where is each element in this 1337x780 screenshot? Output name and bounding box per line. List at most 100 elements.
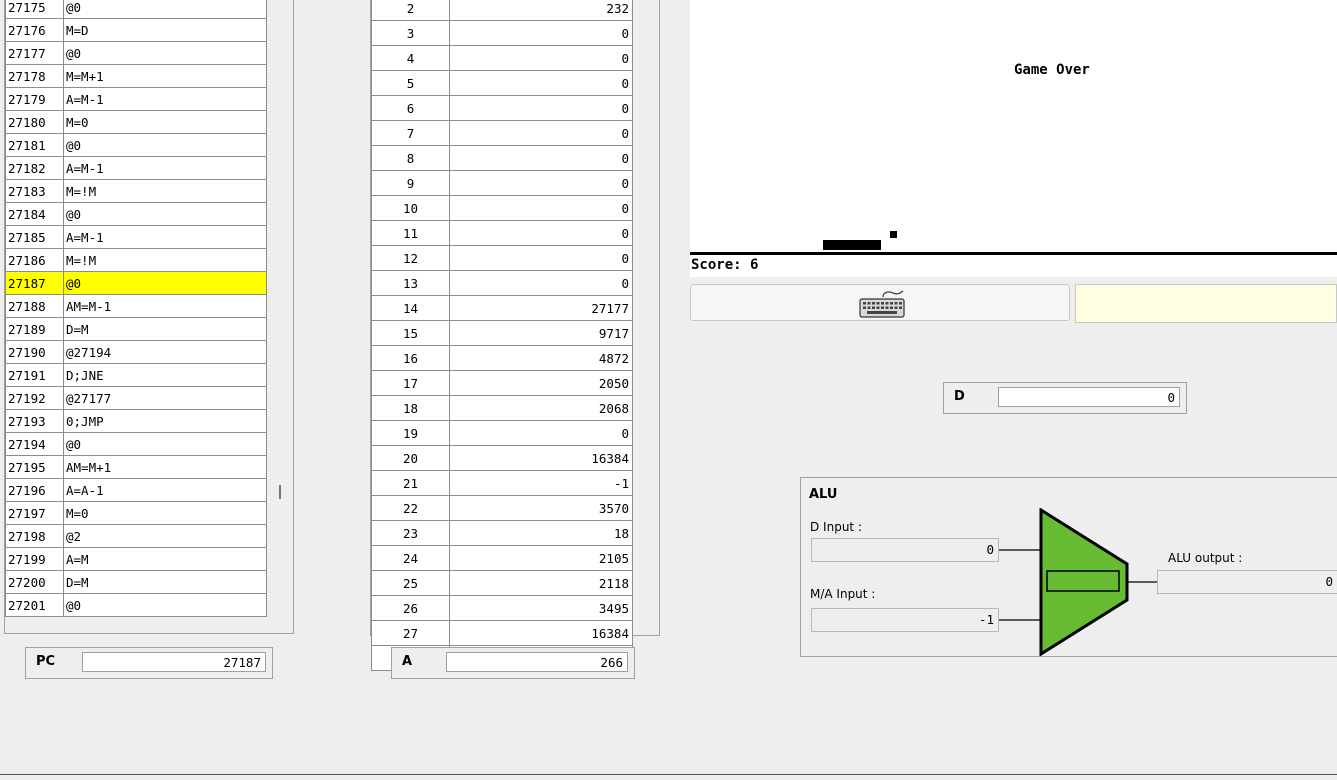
ram-value[interactable]: 2050 bbox=[449, 370, 633, 396]
rom-row[interactable]: 27180 M=0 bbox=[5, 110, 267, 134]
ram-value[interactable]: 0 bbox=[449, 95, 633, 121]
ram-address: 21 bbox=[370, 470, 451, 496]
rom-row[interactable]: 27197 M=0 bbox=[5, 501, 267, 525]
rom-row[interactable]: 27175 @0 bbox=[5, 0, 267, 19]
ram-row[interactable]: 17 2050 bbox=[370, 370, 633, 396]
ram-row[interactable]: 80 bbox=[370, 145, 633, 171]
ram-row[interactable]: 20 16384 bbox=[370, 445, 633, 471]
ram-value[interactable]: -1 bbox=[449, 470, 633, 496]
ram-address: 3 bbox=[370, 20, 451, 46]
ram-row[interactable]: 11 0 bbox=[370, 220, 633, 246]
ram-value[interactable]: 0 bbox=[449, 245, 633, 271]
rom-row[interactable]: 27193 0;JMP bbox=[5, 409, 267, 433]
rom-table[interactable]: 27175 @0 27176 M=D 27177 @0 27178 M=M+1 27179 A=M… bbox=[5, 0, 267, 617]
ram-value[interactable]: 0 bbox=[449, 420, 633, 446]
ram-value[interactable]: 4872 bbox=[449, 345, 633, 371]
rom-row[interactable]: 27199 A=M bbox=[5, 547, 267, 571]
rom-row[interactable]: 27195 AM=M+1 bbox=[5, 455, 267, 479]
ram-row[interactable]: 14 27177 bbox=[370, 295, 633, 321]
ram-row[interactable]: 60 bbox=[370, 95, 633, 121]
rom-instruction: D;JNE bbox=[63, 363, 267, 387]
d-value-field[interactable]: 0 bbox=[998, 387, 1180, 407]
ram-value[interactable]: 2118 bbox=[449, 570, 633, 596]
pc-value-field[interactable]: 27187 bbox=[82, 652, 266, 672]
rom-row[interactable]: 27198 @2 bbox=[5, 524, 267, 548]
ram-row[interactable]: 21 -1 bbox=[370, 470, 633, 496]
ram-row[interactable]: 50 bbox=[370, 70, 633, 96]
rom-row[interactable]: 27191 D;JNE bbox=[5, 363, 267, 387]
ram-value[interactable]: 16384 bbox=[449, 620, 633, 646]
ram-row[interactable]: 26 3495 bbox=[370, 595, 633, 621]
rom-row[interactable]: 27178 M=M+1 bbox=[5, 64, 267, 88]
ram-row[interactable]: 2 232 bbox=[370, 0, 633, 21]
ram-value[interactable]: 0 bbox=[449, 120, 633, 146]
rom-row[interactable]: 27183 M=!M bbox=[5, 179, 267, 203]
rom-row[interactable]: 27192 @27177 bbox=[5, 386, 267, 410]
rom-row[interactable]: 27179 A=M-1 bbox=[5, 87, 267, 111]
ram-value[interactable]: 3570 bbox=[449, 495, 633, 521]
ram-row[interactable]: 30 bbox=[370, 20, 633, 46]
ram-address: 27 bbox=[370, 620, 451, 646]
ram-row[interactable]: 23 18 bbox=[370, 520, 633, 546]
ram-value[interactable]: 18 bbox=[449, 520, 633, 546]
ram-value[interactable]: 0 bbox=[449, 145, 633, 171]
rom-row[interactable]: 27182 A=M-1 bbox=[5, 156, 267, 180]
ram-row[interactable]: 25 2118 bbox=[370, 570, 633, 596]
ram-row[interactable]: 27 16384 bbox=[370, 620, 633, 646]
ram-value[interactable]: 16384 bbox=[449, 445, 633, 471]
ram-row[interactable]: 24 2105 bbox=[370, 545, 633, 571]
ram-row[interactable]: 22 3570 bbox=[370, 495, 633, 521]
ram-value[interactable]: 27177 bbox=[449, 295, 633, 321]
ram-value[interactable]: 0 bbox=[449, 70, 633, 96]
ram-row[interactable]: 16 4872 bbox=[370, 345, 633, 371]
ram-row[interactable]: 13 0 bbox=[370, 270, 633, 296]
ram-value[interactable]: 0 bbox=[449, 195, 633, 221]
rom-instruction: AM=M+1 bbox=[63, 455, 267, 479]
rom-address: 27192 bbox=[5, 386, 64, 410]
ram-row[interactable]: 70 bbox=[370, 120, 633, 146]
rom-row[interactable]: 27181 @0 bbox=[5, 133, 267, 157]
ram-row[interactable]: 10 0 bbox=[370, 195, 633, 221]
ram-row[interactable]: 19 0 bbox=[370, 420, 633, 446]
ram-value[interactable]: 2068 bbox=[449, 395, 633, 421]
rom-instruction: A=M bbox=[63, 547, 267, 571]
ram-address: 16 bbox=[370, 345, 451, 371]
rom-row[interactable]: 27184 @0 bbox=[5, 202, 267, 226]
ram-value[interactable]: 232 bbox=[449, 0, 633, 21]
ram-table[interactable]: 2 232 3 0 4 0 5 0 6 0 7 0 8 0 9 0 10 0 11 0 12 0 13 0 14 27177 15 9… bbox=[370, 0, 633, 671]
ram-row[interactable]: 12 0 bbox=[370, 245, 633, 271]
rom-row[interactable]: 27200 D=M bbox=[5, 570, 267, 594]
rom-row[interactable]: 27189 D=M bbox=[5, 317, 267, 341]
ram-value[interactable]: 0 bbox=[449, 220, 633, 246]
ram-address: 18 bbox=[370, 395, 451, 421]
ram-value[interactable]: 0 bbox=[449, 45, 633, 71]
ram-value[interactable]: 0 bbox=[449, 20, 633, 46]
rom-row[interactable]: 27201 @0 bbox=[5, 593, 267, 617]
ram-value[interactable]: 9717 bbox=[449, 320, 633, 346]
rom-row[interactable]: 27194 @0 bbox=[5, 432, 267, 456]
rom-row[interactable]: 27186 M=!M bbox=[5, 248, 267, 272]
a-value-field[interactable]: 266 bbox=[446, 652, 628, 672]
rom-row[interactable]: 27185 A=M-1 bbox=[5, 225, 267, 249]
rom-address: 27183 bbox=[5, 179, 64, 203]
rom-row[interactable]: 27177 @0 bbox=[5, 41, 267, 65]
status-separator bbox=[0, 774, 1337, 775]
rom-row[interactable]: 27187 @0 bbox=[5, 271, 267, 295]
rom-row[interactable]: 27188 AM=M-1 bbox=[5, 294, 267, 318]
ram-address: 9 bbox=[370, 170, 451, 196]
rom-scrollbar[interactable] bbox=[279, 485, 281, 499]
ram-row[interactable]: 40 bbox=[370, 45, 633, 71]
ram-row[interactable]: 90 bbox=[370, 170, 633, 196]
ram-value[interactable]: 2105 bbox=[449, 545, 633, 571]
ram-row[interactable]: 15 9717 bbox=[370, 320, 633, 346]
rom-row[interactable]: 27176 M=D bbox=[5, 18, 267, 42]
rom-row[interactable]: 27190 @27194 bbox=[5, 340, 267, 364]
ram-value[interactable]: 3495 bbox=[449, 595, 633, 621]
rom-address: 27185 bbox=[5, 225, 64, 249]
rom-row[interactable]: 27196 A=A-1 bbox=[5, 478, 267, 502]
ram-row[interactable]: 18 2068 bbox=[370, 395, 633, 421]
ram-value[interactable]: 0 bbox=[449, 170, 633, 196]
alu-output-label: ALU output : bbox=[1168, 551, 1243, 565]
ram-value[interactable]: 0 bbox=[449, 270, 633, 296]
keyboard-button[interactable] bbox=[690, 284, 1070, 321]
